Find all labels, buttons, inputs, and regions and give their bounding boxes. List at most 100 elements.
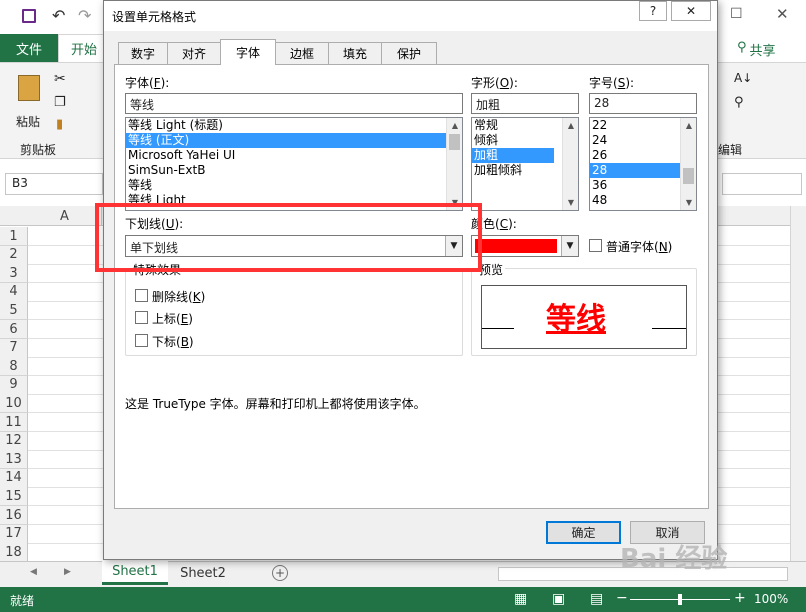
tab-alignment[interactable]: 对齐 [167,42,221,64]
normal-view-icon[interactable]: ▦ [514,591,527,607]
paste-button[interactable]: 粘贴 [12,71,46,131]
preview-text: 等线 [546,302,606,337]
list-item[interactable]: 等线 [126,178,462,193]
row-header[interactable]: 4 [0,282,28,302]
tab-font[interactable]: 字体 [220,39,276,65]
font-size-input[interactable]: 28 [589,93,697,114]
row-header[interactable]: 11 [0,413,28,432]
add-sheet-icon[interactable]: + [272,565,288,581]
row-header[interactable]: 15 [0,487,28,507]
sheet-tab-sheet2[interactable]: Sheet2 [170,561,236,585]
close-window-icon[interactable]: ✕ [776,5,789,23]
sheet-nav-right-icon[interactable]: ▶ [64,567,71,577]
dialog-close-button[interactable]: ✕ [671,1,711,21]
scroll-down-icon[interactable]: ▼ [681,195,696,210]
ok-button[interactable]: 确定 [546,521,621,544]
tab-protection[interactable]: 保护 [381,42,437,64]
superscript-checkbox[interactable] [135,311,148,324]
scroll-up-icon[interactable]: ▲ [447,118,462,133]
row-header[interactable]: 17 [0,524,28,544]
font-style-input[interactable]: 加粗 [471,93,579,114]
size-list-scrollbar[interactable]: ▲ ▼ [680,118,696,210]
find-icon[interactable]: ⚲ [734,95,744,110]
clipboard-icon [18,75,40,101]
watermark: Bai 经验 [620,544,728,574]
row-header[interactable]: 7 [0,338,28,358]
row-header[interactable]: 13 [0,450,28,470]
name-box[interactable]: B3 [5,173,103,195]
list-item[interactable]: Microsoft YaHei UI [126,148,462,163]
font-list-scrollbar[interactable]: ▲ ▼ [446,118,462,210]
list-item[interactable]: 等线 Light (标题) [126,118,462,133]
sheet-tab-sheet1[interactable]: Sheet1 [102,561,168,585]
tab-file[interactable]: 文件 [0,34,58,62]
zoom-in-icon[interactable]: + [734,590,746,606]
row-header[interactable]: 16 [0,506,28,525]
share-button[interactable]: ⚲ 共享 [737,40,776,59]
zoom-out-icon[interactable]: − [616,590,628,606]
font-name-list[interactable]: 等线 Light (标题) 等线 (正文) Microsoft YaHei UI… [125,117,463,211]
normal-font-label: 普通字体(N) [606,240,673,254]
column-header-a[interactable]: A [28,206,102,226]
page-break-icon[interactable]: ▤ [590,591,603,607]
scroll-up-icon[interactable]: ▲ [681,118,696,133]
sheet-nav-left-icon[interactable]: ◀ [30,567,37,577]
row-header[interactable]: 18 [0,543,28,563]
list-item[interactable]: SimSun-ExtB [126,163,462,178]
status-text: 就绪 [10,594,35,608]
zoom-slider[interactable] [630,594,730,605]
format-painter-icon[interactable]: ▮ [56,117,63,132]
vertical-scrollbar[interactable] [790,206,806,561]
edit-group-label: 编辑 [718,143,743,157]
sort-icon[interactable]: A↓ [734,71,752,85]
normal-font-checkbox[interactable] [589,239,602,252]
tab-number[interactable]: 数字 [118,42,168,64]
row-header[interactable]: 10 [0,394,28,414]
font-tab-panel: 字体(F): 等线 等线 Light (标题) 等线 (正文) Microsof… [114,64,709,509]
row-header[interactable]: 6 [0,320,28,339]
row-header[interactable]: 1 [0,227,28,246]
zoom-slider-thumb[interactable] [678,594,682,605]
page-layout-icon[interactable]: ▣ [552,591,565,607]
scroll-up-icon[interactable]: ▲ [563,118,578,133]
list-item-selected[interactable]: 28 [590,163,680,178]
scroll-down-icon[interactable]: ▼ [563,195,578,210]
tab-fill[interactable]: 填充 [328,42,382,64]
font-style-label: 字形(O): [471,76,518,90]
undo-icon[interactable]: ↶ [52,6,65,25]
save-icon[interactable] [22,9,36,23]
color-picker[interactable]: ▼ [471,235,579,257]
help-button[interactable]: ? [639,1,667,21]
row-header[interactable]: 12 [0,431,28,451]
list-item-selected[interactable]: 加粗 [472,148,554,163]
scroll-thumb[interactable] [683,168,694,184]
chevron-down-icon[interactable]: ▼ [561,236,578,256]
subscript-label: 下标(B) [152,335,194,349]
font-size-list[interactable]: 22 24 26 28 36 48 ▲ ▼ [589,117,697,211]
row-header[interactable]: 8 [0,357,28,377]
font-description: 这是 TrueType 字体。屏幕和打印机上都将使用该字体。 [125,397,426,411]
minimize-icon[interactable]: ☐ [730,6,743,22]
tab-border[interactable]: 边框 [275,42,329,64]
copy-icon[interactable]: ❐ [54,95,66,110]
annotation-highlight-box [95,203,482,272]
list-item-selected[interactable]: 等线 (正文) [126,133,462,148]
style-list-scrollbar[interactable]: ▲ ▼ [562,118,578,210]
format-cells-dialog: 设置单元格格式 ? ✕ 数字 对齐 字体 边框 填充 保护 字体(F): 等线 … [103,0,718,560]
row-header[interactable]: 2 [0,245,28,265]
scroll-thumb[interactable] [449,134,460,150]
strikethrough-checkbox[interactable] [135,289,148,302]
row-header[interactable]: 3 [0,264,28,284]
row-header[interactable]: 9 [0,375,28,395]
dialog-titlebar[interactable]: 设置单元格格式 ? ✕ [104,1,717,31]
formula-input[interactable] [722,173,802,195]
row-header[interactable]: 14 [0,468,28,488]
row-header[interactable]: 5 [0,301,28,321]
status-bar: 就绪 ▦ ▣ ▤ − + 100% [0,587,806,612]
font-style-list[interactable]: 常规 倾斜 加粗 加粗倾斜 ▲ ▼ [471,117,579,211]
subscript-checkbox[interactable] [135,334,148,347]
redo-icon[interactable]: ↷ [78,6,91,25]
font-name-input[interactable]: 等线 [125,93,463,114]
cut-icon[interactable]: ✂ [54,71,66,87]
zoom-level[interactable]: 100% [754,592,788,606]
